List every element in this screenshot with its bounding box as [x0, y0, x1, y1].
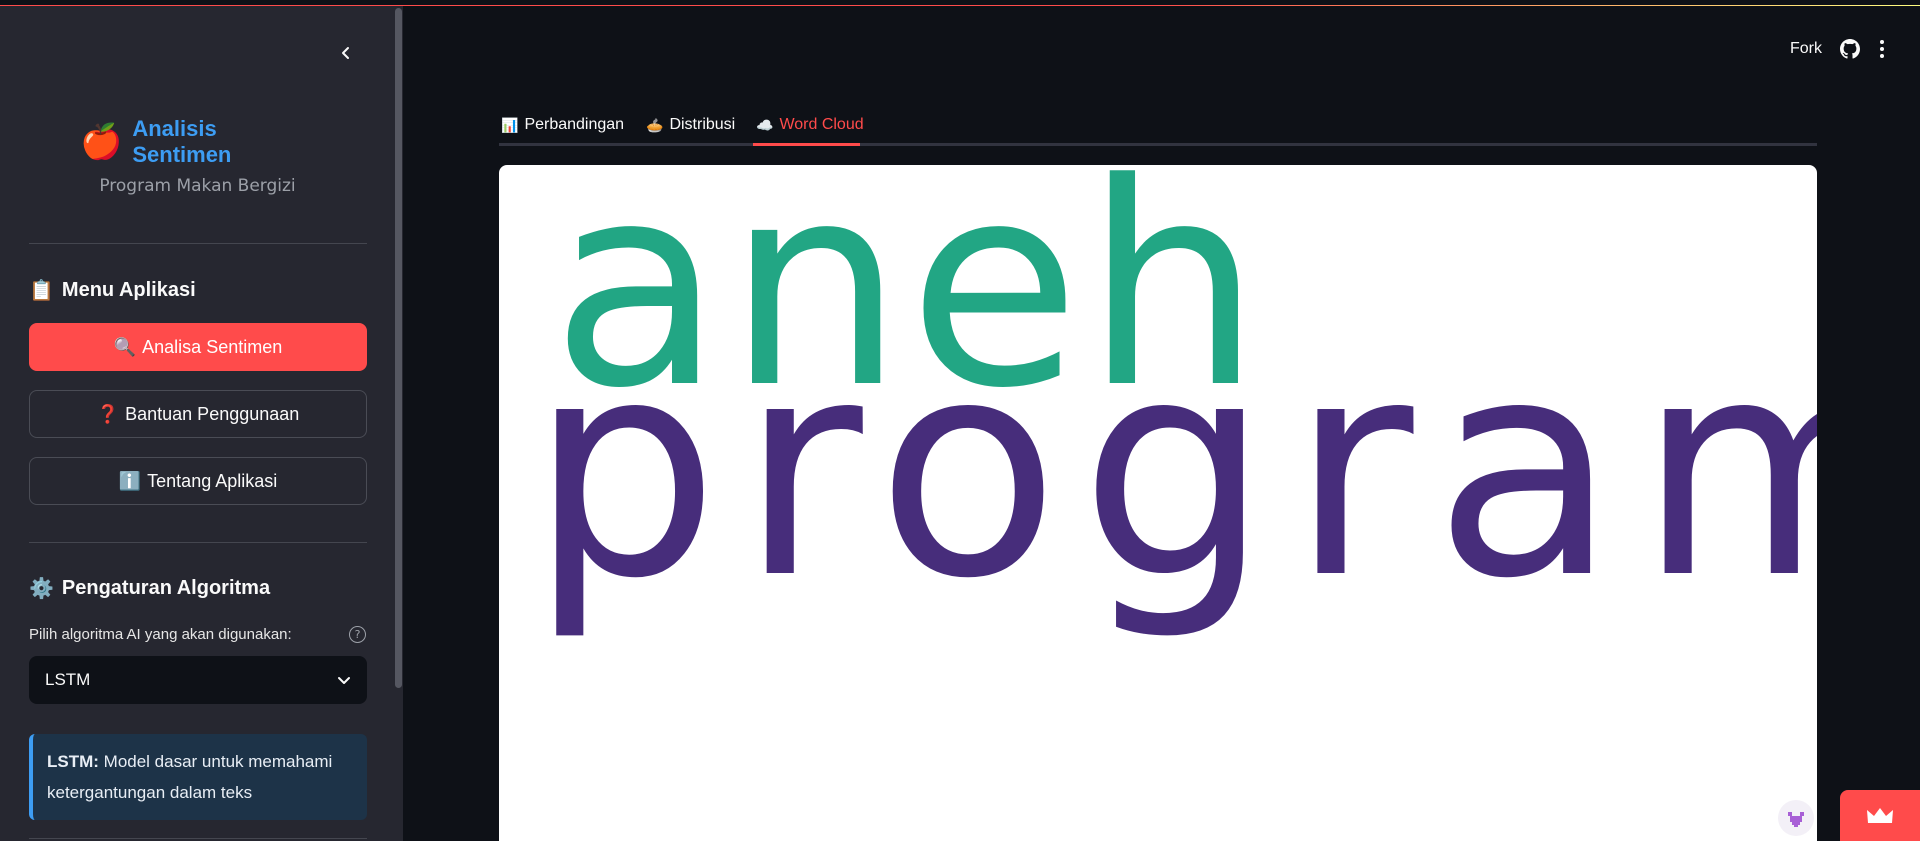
collapse-sidebar-button[interactable] — [333, 40, 359, 66]
crown-icon — [1867, 807, 1893, 823]
nav-button-tentang-aplikasi[interactable]: ℹ️ Tentang Aplikasi — [29, 457, 367, 505]
tab-label: Perbandingan — [524, 116, 625, 133]
apple-icon: 🍎 — [80, 122, 123, 162]
tab-word-cloud[interactable]: ☁️ Word Cloud — [756, 104, 864, 146]
divider — [29, 542, 367, 543]
algorithm-title: Pengaturan Algoritma — [61, 577, 271, 599]
fork-button[interactable]: Fork — [1790, 40, 1822, 58]
algorithm-info-box: LSTM: Model dasar untuk memahami keterga… — [29, 734, 367, 820]
top-decoration-bar — [0, 0, 1920, 6]
sidebar-scrollbar[interactable] — [395, 8, 402, 688]
brand: 🍎 Analisis Sentimen — [80, 116, 320, 167]
help-icon[interactable]: ? — [349, 626, 366, 643]
nav-button-analisa-sentimen[interactable]: 🔍 Analisa Sentimen — [29, 323, 367, 371]
brand-subtitle: Program Makan Bergizi — [99, 176, 296, 196]
tab-divider — [499, 143, 1817, 146]
gear-icon: ⚙️ — [29, 578, 54, 600]
info-bold-label: LSTM: — [47, 752, 99, 771]
algorithm-select-label: Pilih algoritma AI yang akan digunakan: — [29, 626, 292, 643]
info-icon: ℹ️ — [118, 470, 142, 491]
word-cloud-image: aneh program — [499, 165, 1817, 841]
github-icon[interactable] — [1840, 39, 1860, 59]
mascot-icon[interactable] — [1778, 800, 1814, 836]
cloud-icon: ☁️ — [756, 116, 774, 133]
divider — [29, 838, 367, 839]
nav-button-label: Bantuan Penggunaan — [125, 403, 300, 424]
menu-section-title: 📋 Menu Aplikasi — [29, 278, 196, 303]
tab-label: Word Cloud — [779, 116, 864, 133]
tab-perbandingan[interactable]: 📊 Perbandingan — [501, 104, 624, 146]
active-tab-indicator — [753, 143, 860, 146]
algorithm-section-title: ⚙️ Pengaturan Algoritma — [29, 576, 270, 601]
nav-button-label: Tentang Aplikasi — [147, 470, 278, 491]
tab-bar: 📊 Perbandingan 🥧 Distribusi ☁️ Word Clou… — [499, 104, 1817, 146]
divider — [29, 243, 367, 244]
tab-label: Distribusi — [669, 116, 736, 133]
magnifier-icon: 🔍 — [113, 336, 137, 357]
question-icon: ❓ — [96, 403, 120, 424]
word-cloud-word: program — [529, 295, 1817, 644]
pie-icon: 🥧 — [646, 116, 664, 133]
streamlit-crown-button[interactable] — [1840, 790, 1920, 841]
nav-button-bantuan-penggunaan[interactable]: ❓ Bantuan Penggunaan — [29, 390, 367, 438]
kebab-menu-icon[interactable] — [1878, 39, 1886, 59]
clipboard-icon: 📋 — [29, 280, 54, 302]
nav-button-label: Analisa Sentimen — [142, 336, 283, 357]
chevron-down-icon — [338, 677, 350, 684]
algorithm-select-value: LSTM — [45, 670, 91, 689]
header-toolbar: Fork — [1790, 36, 1886, 62]
tab-distribusi[interactable]: 🥧 Distribusi — [646, 104, 735, 146]
brand-title: Analisis Sentimen — [132, 116, 232, 167]
bar-chart-icon: 📊 — [501, 116, 519, 133]
sidebar: 🍎 Analisis Sentimen Program Makan Bergiz… — [0, 0, 403, 841]
chevron-left-icon — [342, 47, 349, 59]
algorithm-select[interactable]: LSTM — [29, 656, 367, 704]
menu-title: Menu Aplikasi — [61, 279, 196, 301]
